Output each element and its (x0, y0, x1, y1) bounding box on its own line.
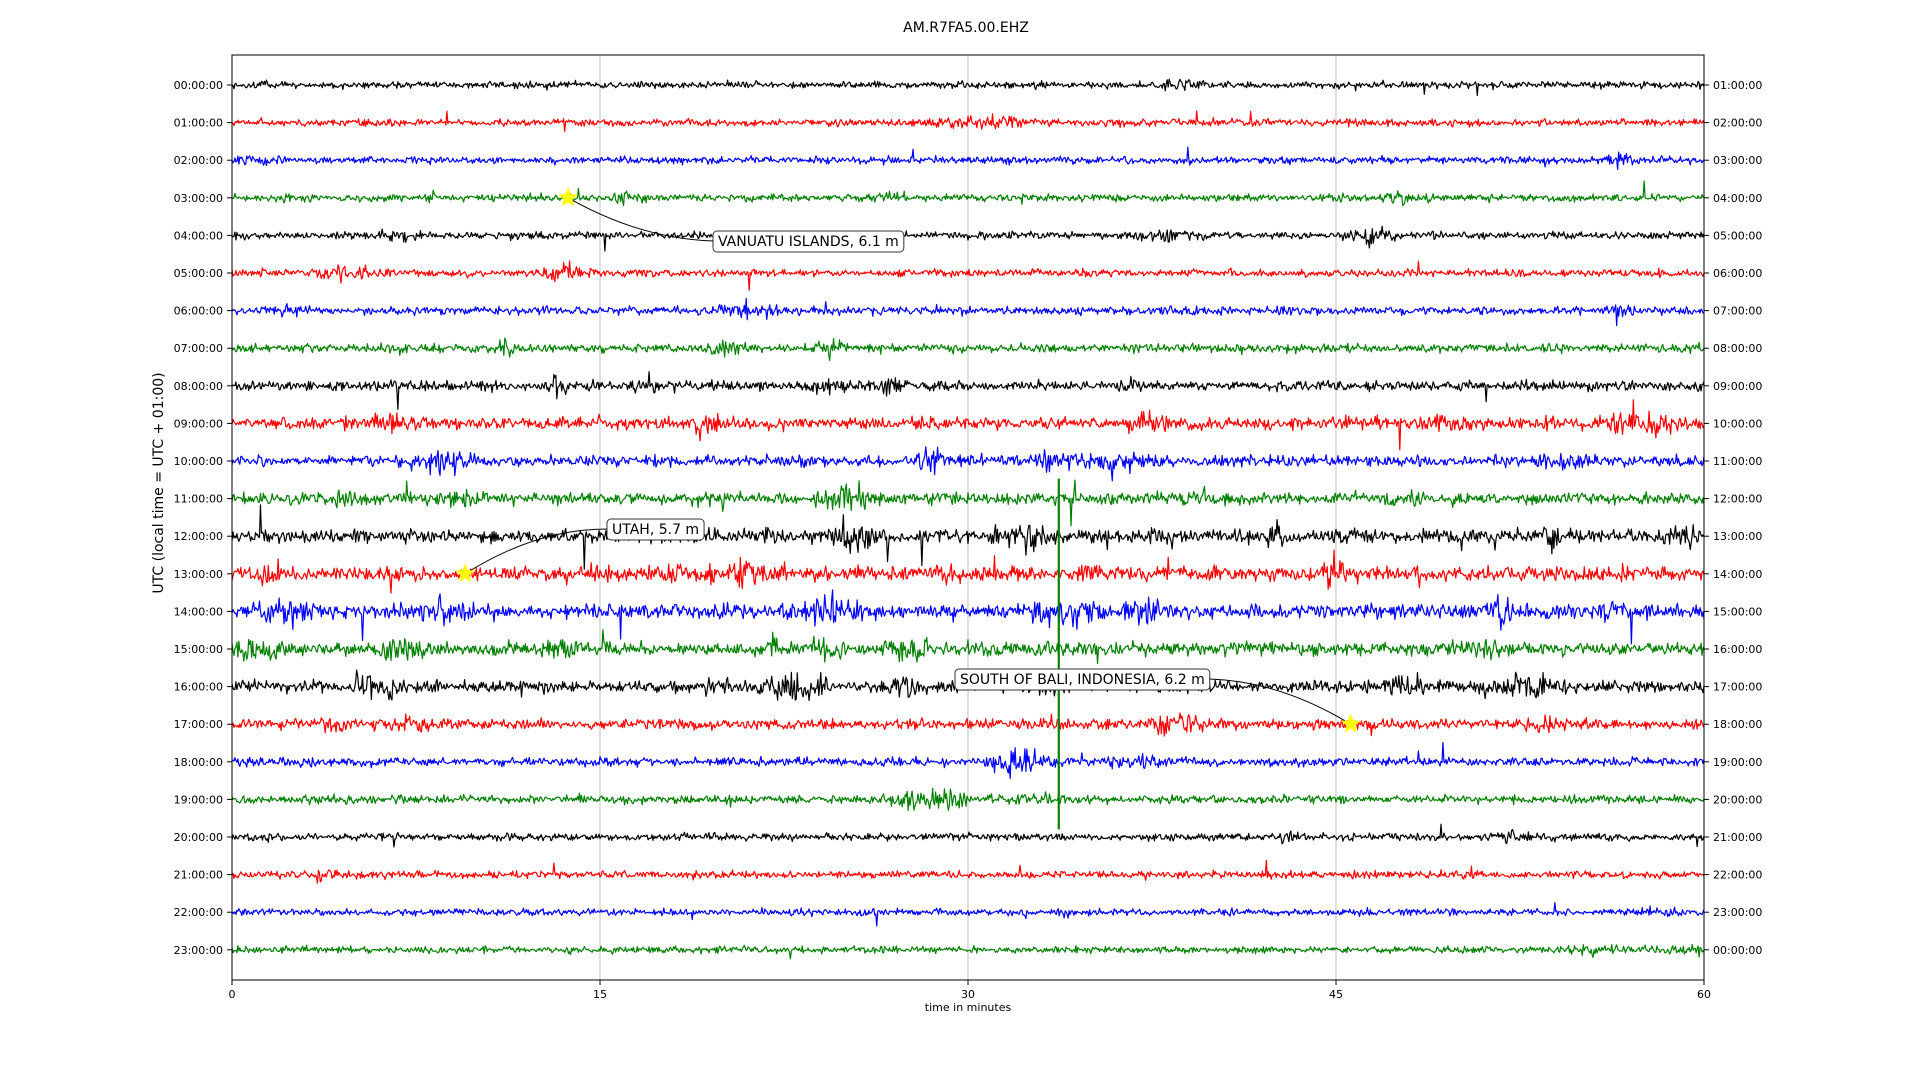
chart-title: AM.R7FA5.00.EHZ (903, 20, 1029, 36)
right-tick-label: 10:00:00 (1713, 417, 1762, 430)
right-tick-label: 19:00:00 (1713, 756, 1762, 769)
event-label: SOUTH OF BALI, INDONESIA, 6.2 m (960, 672, 1205, 688)
right-tick-label: 13:00:00 (1713, 530, 1762, 543)
right-tick-label: 16:00:00 (1713, 643, 1762, 656)
left-tick-label: 11:00:00 (174, 493, 223, 506)
left-tick-label: 01:00:00 (174, 117, 223, 130)
right-tick-label: 02:00:00 (1713, 117, 1762, 130)
left-tick-label: 20:00:00 (174, 831, 223, 844)
left-tick-label: 10:00:00 (174, 455, 223, 468)
left-tick-label: 22:00:00 (174, 906, 223, 919)
right-tick-label: 06:00:00 (1713, 267, 1762, 280)
right-tick-label: 14:00:00 (1713, 568, 1762, 581)
right-tick-label: 17:00:00 (1713, 681, 1762, 694)
right-tick-label: 15:00:00 (1713, 605, 1762, 618)
right-tick-label: 01:00:00 (1713, 79, 1762, 92)
left-tick-label: 18:00:00 (174, 756, 223, 769)
left-tick-label: 13:00:00 (174, 568, 223, 581)
left-tick-label: 16:00:00 (174, 681, 223, 694)
right-tick-label: 12:00:00 (1713, 493, 1762, 506)
right-tick-label: 07:00:00 (1713, 305, 1762, 318)
right-tick-label: 03:00:00 (1713, 154, 1762, 167)
right-tick-label: 08:00:00 (1713, 342, 1762, 355)
left-tick-label: 15:00:00 (174, 643, 223, 656)
left-tick-label: 14:00:00 (174, 605, 223, 618)
right-tick-label: 22:00:00 (1713, 869, 1762, 882)
left-tick-label: 19:00:00 (174, 793, 223, 806)
right-tick-label: 11:00:00 (1713, 455, 1762, 468)
right-tick-label: 18:00:00 (1713, 718, 1762, 731)
x-tick-label: 0 (229, 988, 236, 1001)
right-tick-label: 00:00:00 (1713, 944, 1762, 957)
right-tick-label: 23:00:00 (1713, 906, 1762, 919)
x-tick-label: 60 (1697, 988, 1711, 1001)
left-tick-label: 21:00:00 (174, 869, 223, 882)
x-tick-label: 15 (593, 988, 607, 1001)
left-tick-label: 12:00:00 (174, 530, 223, 543)
x-tick-label: 30 (961, 988, 975, 1001)
left-tick-label: 09:00:00 (174, 417, 223, 430)
y-axis-label: UTC (local time = UTC + 01:00) (151, 372, 167, 593)
right-tick-label: 20:00:00 (1713, 793, 1762, 806)
right-tick-label: 05:00:00 (1713, 229, 1762, 242)
event-label: UTAH, 5.7 m (612, 522, 699, 538)
left-tick-label: 04:00:00 (174, 229, 223, 242)
right-tick-label: 09:00:00 (1713, 380, 1762, 393)
left-tick-label: 00:00:00 (174, 79, 223, 92)
event-label: VANUATU ISLANDS, 6.1 m (718, 234, 899, 250)
right-tick-label: 04:00:00 (1713, 192, 1762, 205)
seismogram-chart: AM.R7FA5.00.EHZ 00:00:00 01:00:00 01:00:00… (0, 0, 1920, 1080)
left-tick-label: 03:00:00 (174, 192, 223, 205)
left-tick-label: 02:00:00 (174, 154, 223, 167)
left-tick-label: 17:00:00 (174, 718, 223, 731)
left-tick-label: 06:00:00 (174, 305, 223, 318)
right-tick-label: 21:00:00 (1713, 831, 1762, 844)
x-tick-label: 45 (1329, 988, 1343, 1001)
left-tick-label: 07:00:00 (174, 342, 223, 355)
left-tick-label: 23:00:00 (174, 944, 223, 957)
x-axis-label: time in minutes (925, 1001, 1012, 1014)
left-tick-label: 05:00:00 (174, 267, 223, 280)
left-tick-label: 08:00:00 (174, 380, 223, 393)
